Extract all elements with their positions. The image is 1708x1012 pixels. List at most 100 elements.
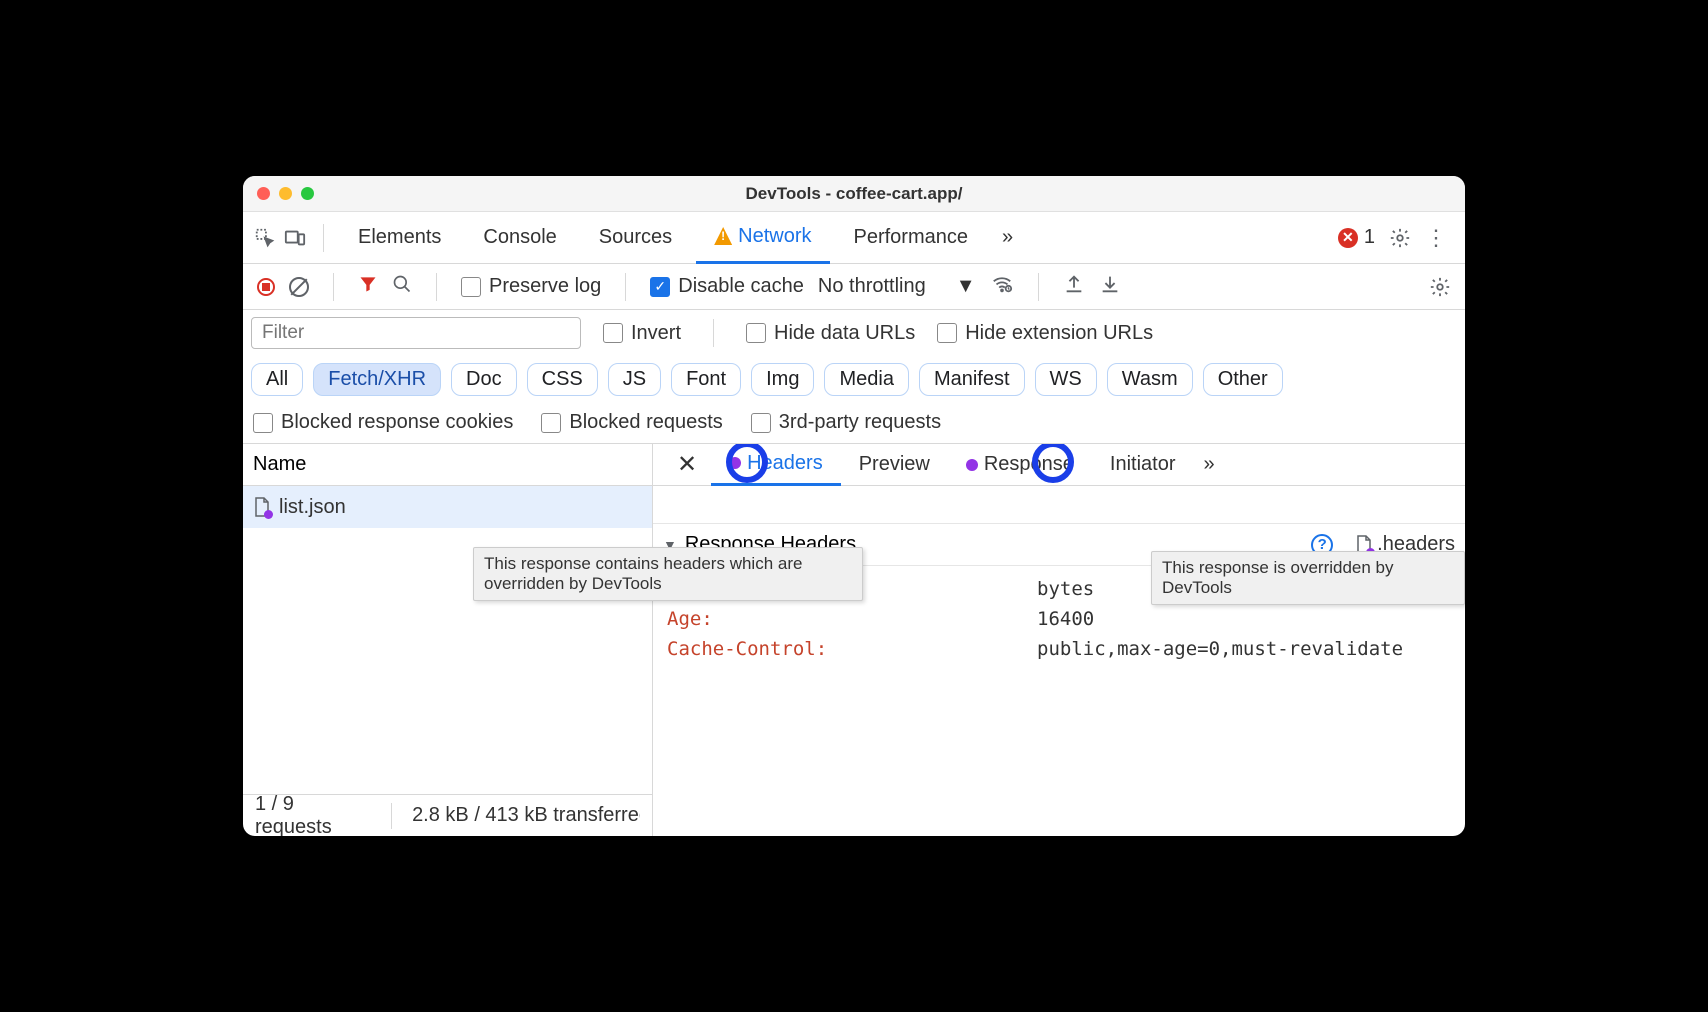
blocked-cookies-label: Blocked response cookies	[281, 411, 513, 434]
settings-gear-icon[interactable]	[1389, 227, 1411, 249]
error-count: 1	[1364, 226, 1375, 249]
checkbox-icon	[253, 413, 273, 433]
filter-row: Invert Hide data URLs Hide extension URL…	[243, 310, 1465, 356]
filter-icon[interactable]	[358, 274, 378, 299]
request-row-list-json[interactable]: list.json	[243, 486, 652, 528]
header-row: Cache-Control: public,max-age=0,must-rev…	[667, 634, 1451, 664]
checkbox-icon	[603, 323, 623, 343]
titlebar: DevTools - coffee-cart.app/	[243, 176, 1465, 212]
filter-ws[interactable]: WS	[1035, 363, 1097, 396]
checkbox-icon	[461, 277, 481, 297]
main-tabs: Elements Console Sources Network Perform…	[243, 212, 1465, 264]
override-indicator-icon	[966, 459, 978, 471]
tab-sources[interactable]: Sources	[581, 212, 690, 264]
request-count: 1 / 9 requests	[255, 793, 371, 837]
kebab-menu-icon[interactable]: ⋮	[1425, 225, 1447, 251]
preserve-log-label: Preserve log	[489, 275, 601, 298]
hide-data-urls-checkbox[interactable]: Hide data URLs	[746, 322, 915, 345]
request-filename: list.json	[279, 496, 346, 519]
clear-button[interactable]	[289, 277, 309, 297]
download-har-icon[interactable]	[1099, 273, 1121, 300]
error-badge[interactable]: ✕ 1	[1338, 226, 1375, 249]
name-column-header[interactable]: Name	[243, 444, 652, 486]
separator	[391, 803, 392, 829]
invert-checkbox[interactable]: Invert	[603, 322, 681, 345]
filter-media[interactable]: Media	[824, 363, 908, 396]
devtools-window: DevTools - coffee-cart.app/ Elements Con…	[243, 176, 1465, 836]
chevron-down-icon: ▼	[956, 275, 976, 298]
throttling-dropdown[interactable]: No throttling ▼	[818, 275, 976, 298]
tab-elements[interactable]: Elements	[340, 212, 459, 264]
third-party-checkbox[interactable]: 3rd-party requests	[751, 411, 941, 434]
close-details-button[interactable]: ✕	[663, 450, 711, 479]
inspect-element-icon[interactable]	[253, 226, 277, 250]
upload-har-icon[interactable]	[1063, 273, 1085, 300]
file-override-icon	[253, 497, 271, 517]
blocked-cookies-checkbox[interactable]: Blocked response cookies	[253, 411, 513, 434]
header-key: Cache-Control:	[667, 638, 997, 660]
filter-js[interactable]: JS	[608, 363, 661, 396]
separator	[436, 273, 437, 301]
filter-wasm[interactable]: Wasm	[1107, 363, 1193, 396]
tab-network-label: Network	[738, 225, 811, 248]
tabs-right: ✕ 1 ⋮	[1338, 225, 1455, 251]
tooltip-headers-override: This response contains headers which are…	[473, 547, 863, 601]
hide-extension-urls-checkbox[interactable]: Hide extension URLs	[937, 322, 1153, 345]
header-value: 16400	[1037, 608, 1451, 630]
blocked-requests-checkbox[interactable]: Blocked requests	[541, 411, 722, 434]
general-section-collapsed	[653, 486, 1465, 524]
filter-doc[interactable]: Doc	[451, 363, 517, 396]
disable-cache-label: Disable cache	[678, 275, 804, 298]
filter-font[interactable]: Font	[671, 363, 741, 396]
filter-manifest[interactable]: Manifest	[919, 363, 1025, 396]
header-key: Age:	[667, 608, 997, 630]
traffic-lights	[257, 187, 314, 200]
more-tabs-chevron[interactable]: »	[992, 226, 1023, 249]
hide-ext-label: Hide extension URLs	[965, 322, 1153, 345]
tab-initiator[interactable]: Initiator	[1092, 444, 1194, 486]
network-settings-icon[interactable]	[1429, 276, 1451, 298]
disable-cache-checkbox[interactable]: ✓ Disable cache	[650, 275, 804, 298]
minimize-window-button[interactable]	[279, 187, 292, 200]
filter-input[interactable]	[251, 317, 581, 349]
separator	[333, 273, 334, 301]
search-icon[interactable]	[392, 274, 412, 299]
zoom-window-button[interactable]	[301, 187, 314, 200]
warning-icon	[714, 227, 732, 245]
separator	[323, 224, 324, 252]
error-icon: ✕	[1338, 228, 1358, 248]
window-title: DevTools - coffee-cart.app/	[243, 184, 1465, 204]
request-detail-pane: ✕ Headers Preview Response Initiator » ▼…	[653, 444, 1465, 836]
separator	[1038, 273, 1039, 301]
preserve-log-checkbox[interactable]: Preserve log	[461, 275, 601, 298]
filter-all[interactable]: All	[251, 363, 303, 396]
close-window-button[interactable]	[257, 187, 270, 200]
filter-img[interactable]: Img	[751, 363, 814, 396]
hide-data-label: Hide data URLs	[774, 322, 915, 345]
device-toolbar-icon[interactable]	[283, 226, 307, 250]
throttling-label: No throttling	[818, 275, 926, 298]
invert-label: Invert	[631, 322, 681, 345]
tab-performance[interactable]: Performance	[836, 212, 987, 264]
separator	[625, 273, 626, 301]
network-conditions-icon[interactable]	[990, 273, 1014, 300]
tab-console[interactable]: Console	[465, 212, 574, 264]
header-value: public,max-age=0,must-revalidate	[1037, 638, 1451, 660]
content-area: Name list.json 1 / 9 requests 2.8 kB / 4…	[243, 444, 1465, 836]
checkbox-icon	[746, 323, 766, 343]
resource-type-filters: All Fetch/XHR Doc CSS JS Font Img Media …	[243, 356, 1465, 402]
block-options-row: Blocked response cookies Blocked request…	[243, 402, 1465, 444]
record-button[interactable]	[257, 278, 275, 296]
filter-fetch-xhr[interactable]: Fetch/XHR	[313, 363, 441, 396]
tab-preview[interactable]: Preview	[841, 444, 948, 486]
more-detail-tabs-chevron[interactable]: »	[1194, 453, 1225, 476]
request-list-pane: Name list.json 1 / 9 requests 2.8 kB / 4…	[243, 444, 653, 836]
tab-network[interactable]: Network	[696, 212, 829, 264]
filter-other[interactable]: Other	[1203, 363, 1283, 396]
network-toolbar: Preserve log ✓ Disable cache No throttli…	[243, 264, 1465, 310]
tooltip-response-override: This response is overridden by DevTools	[1151, 551, 1465, 605]
third-party-label: 3rd-party requests	[779, 411, 941, 434]
checkbox-icon	[541, 413, 561, 433]
filter-css[interactable]: CSS	[527, 363, 598, 396]
status-bar: 1 / 9 requests 2.8 kB / 413 kB transferr…	[243, 794, 652, 836]
